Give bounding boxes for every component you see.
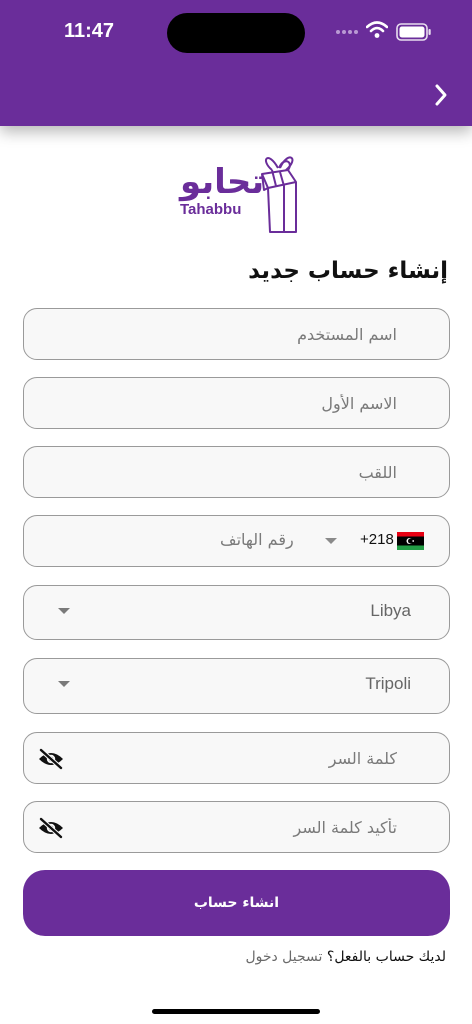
cellular-signal-icon: [336, 30, 358, 34]
confirm-password-input[interactable]: [24, 802, 449, 852]
libya-flag-icon[interactable]: [397, 532, 424, 550]
username-field[interactable]: [23, 308, 450, 360]
caret-down-icon: [58, 681, 70, 687]
country-select[interactable]: Libya: [23, 585, 450, 640]
chevron-right-icon: [435, 84, 447, 106]
logo-arabic-text: تحابو: [180, 162, 265, 202]
last-name-input[interactable]: [24, 447, 449, 497]
password-field[interactable]: [23, 732, 450, 784]
login-prompt-text: لديك حساب بالفعل؟: [326, 949, 446, 965]
battery-icon: [396, 23, 431, 41]
username-input[interactable]: [24, 309, 449, 359]
page-title: إنشاء حساب جديد: [248, 258, 448, 284]
dynamic-island: [167, 13, 305, 53]
confirm-password-field[interactable]: [23, 801, 450, 853]
wifi-icon: [366, 21, 388, 38]
country-select-value: Libya: [370, 601, 411, 620]
caret-down-icon: [58, 608, 70, 614]
phone-field[interactable]: +218 رقم الهاتف: [23, 515, 450, 567]
tahabbu-logo: تحابو Tahabbu: [174, 148, 304, 238]
gift-icon: [261, 156, 297, 233]
city-select-value: Tripoli: [365, 674, 411, 693]
home-indicator[interactable]: [152, 1009, 320, 1014]
eye-off-icon[interactable]: [38, 817, 64, 839]
create-account-button[interactable]: انشاء حساب: [23, 870, 450, 936]
dial-code[interactable]: +218: [360, 531, 394, 548]
login-link[interactable]: تسجيل دخول: [245, 949, 322, 965]
password-input[interactable]: [24, 733, 449, 783]
logo-english-text: Tahabbu: [180, 201, 242, 218]
app-header: 11:47: [0, 0, 472, 126]
first-name-field[interactable]: [23, 377, 450, 429]
caret-down-icon[interactable]: [324, 537, 338, 545]
login-prompt: لديك حساب بالفعل؟ تسجيل دخول: [245, 949, 446, 965]
back-button[interactable]: [426, 80, 456, 110]
phone-input-placeholder[interactable]: رقم الهاتف: [220, 530, 294, 549]
status-time: 11:47: [64, 20, 115, 42]
status-bar: 11:47: [0, 0, 472, 64]
last-name-field[interactable]: [23, 446, 450, 498]
eye-off-icon[interactable]: [38, 748, 64, 770]
first-name-input[interactable]: [24, 378, 449, 428]
city-select[interactable]: Tripoli: [23, 658, 450, 714]
